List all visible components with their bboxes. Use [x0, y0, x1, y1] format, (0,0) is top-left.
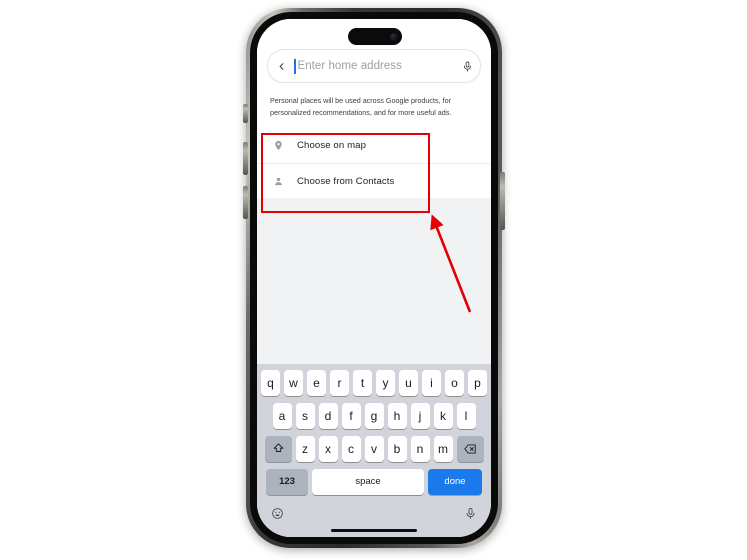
option-choose-on-map[interactable]: Choose on map: [257, 128, 491, 164]
silent-switch-button[interactable]: [243, 104, 248, 123]
key-y[interactable]: y: [376, 369, 395, 396]
key-f[interactable]: f: [341, 402, 361, 429]
phone-screen: Enter home address Personal places will …: [257, 19, 491, 537]
person-icon: [265, 176, 291, 187]
key-g[interactable]: g: [364, 402, 384, 429]
location-pin-icon: [265, 140, 291, 151]
key-n[interactable]: n: [410, 435, 430, 462]
key-z[interactable]: z: [295, 435, 315, 462]
key-p[interactable]: p: [468, 369, 487, 396]
key-k[interactable]: k: [433, 402, 453, 429]
key-a[interactable]: a: [272, 402, 292, 429]
options-list: Choose on map Choose from Contacts: [257, 128, 491, 199]
keyboard-row-1: q w e r t y u i o p: [259, 369, 489, 396]
option-label: Choose on map: [297, 140, 367, 152]
key-e[interactable]: e: [307, 369, 326, 396]
keyboard-bottom-bar: [259, 500, 489, 526]
key-w[interactable]: w: [284, 369, 303, 396]
key-v[interactable]: v: [364, 435, 384, 462]
emoji-smiley-icon[interactable]: [271, 507, 284, 520]
volume-down-button[interactable]: [243, 186, 248, 219]
key-r[interactable]: r: [330, 369, 349, 396]
option-choose-from-contacts[interactable]: Choose from Contacts: [257, 163, 491, 199]
search-bar[interactable]: Enter home address: [267, 49, 481, 83]
key-c[interactable]: c: [341, 435, 361, 462]
key-m[interactable]: m: [433, 435, 453, 462]
search-input[interactable]: Enter home address: [294, 50, 454, 82]
front-camera-lens: [390, 32, 398, 41]
screenshot-canvas: Enter home address Personal places will …: [0, 0, 747, 560]
key-u[interactable]: u: [399, 369, 418, 396]
volume-up-button[interactable]: [243, 142, 248, 175]
numbers-key[interactable]: 123: [266, 468, 308, 495]
keyboard-row-2: a s d f g h j k l: [259, 402, 489, 429]
microphone-icon[interactable]: [454, 60, 480, 72]
empty-content-area: [257, 198, 491, 364]
key-q[interactable]: q: [261, 369, 280, 396]
key-j[interactable]: j: [410, 402, 430, 429]
key-s[interactable]: s: [295, 402, 315, 429]
backspace-key[interactable]: [456, 435, 484, 462]
key-o[interactable]: o: [445, 369, 464, 396]
power-button[interactable]: [500, 172, 505, 230]
key-i[interactable]: i: [422, 369, 441, 396]
done-key[interactable]: done: [428, 468, 482, 495]
key-x[interactable]: x: [318, 435, 338, 462]
back-button[interactable]: [268, 61, 294, 72]
text-caret: [294, 58, 296, 74]
key-h[interactable]: h: [387, 402, 407, 429]
key-t[interactable]: t: [353, 369, 372, 396]
onscreen-keyboard: q w e r t y u i o p a s d f g h j k l z …: [257, 363, 491, 537]
key-d[interactable]: d: [318, 402, 338, 429]
keyboard-row-4: 123 space done: [259, 468, 489, 495]
privacy-disclaimer-text: Personal places will be used across Goog…: [257, 83, 491, 129]
search-placeholder: Enter home address: [297, 60, 402, 72]
key-b[interactable]: b: [387, 435, 407, 462]
dictation-microphone-icon[interactable]: [464, 507, 477, 520]
keyboard-row-3: z x c v b n m: [259, 435, 489, 462]
option-label: Choose from Contacts: [297, 175, 395, 187]
home-indicator: [331, 528, 417, 532]
app-viewport: Enter home address Personal places will …: [257, 19, 491, 537]
dynamic-island: [348, 28, 402, 45]
key-l[interactable]: l: [456, 402, 476, 429]
shift-key[interactable]: [264, 435, 292, 462]
space-key[interactable]: space: [312, 468, 424, 495]
